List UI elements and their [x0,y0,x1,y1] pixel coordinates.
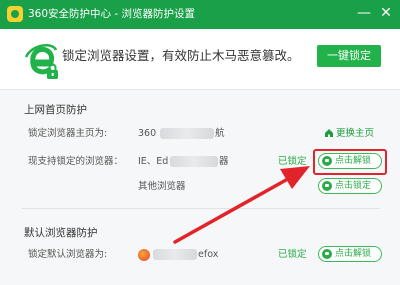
default-browser-label: 锁定默认浏览器为: [28,249,108,260]
default-browser-value-end: efox [198,249,219,260]
default-browser-locked-status: 已锁定 [278,249,307,260]
firefox-icon [138,249,150,261]
homepage-section-title: 上网首页防护 [24,104,87,116]
lock-icon [322,181,332,191]
homepage-value-start: 360 [138,128,157,139]
lock-icon [322,249,332,259]
unlock-default-browser-button[interactable]: 点击解锁 [318,246,382,262]
browser-list-end: 器 [219,156,229,167]
unlock-default-browser-label: 点击解锁 [335,249,372,259]
title-bar: 360安全防护中心 - 浏览器防护设置 — ✕ [0,0,400,29]
other-browsers-label: 其他浏览器 [138,181,186,192]
360-logo-icon [7,6,23,22]
window-title: 360安全防护中心 - 浏览器防护设置 [28,8,196,20]
section-divider [22,208,380,209]
home-icon [325,129,333,137]
browser-locked-status: 已锁定 [278,156,307,167]
close-button[interactable]: ✕ [378,5,394,21]
header-slogan: 锁定浏览器设置，有效防止木马恶意篡改。 [62,48,300,63]
homepage-label: 锁定浏览器主页为: [28,128,108,139]
lock-other-browsers-label: 点击锁定 [335,181,372,191]
header-panel: 锁定浏览器设置，有效防止木马恶意篡改。 一键锁定 [0,29,400,89]
redacted-default-browser [153,249,197,260]
supported-browsers-label: 现支持锁定的浏览器： [28,156,124,167]
redacted-browser-list [170,156,218,167]
ie-lock-icon [24,44,58,79]
browser-list-start: IE、Ed [138,156,169,167]
homepage-value-end: 航 [215,128,225,139]
lock-other-browsers-button[interactable]: 点击锁定 [318,178,382,194]
redacted-homepage [160,128,214,139]
default-browser-section-title: 默认浏览器防护 [24,227,98,239]
lock-all-button[interactable]: 一键锁定 [317,45,381,67]
minimize-button[interactable]: — [356,5,372,21]
change-homepage-link[interactable]: 更换主页 [336,127,374,140]
highlight-box [313,149,387,175]
